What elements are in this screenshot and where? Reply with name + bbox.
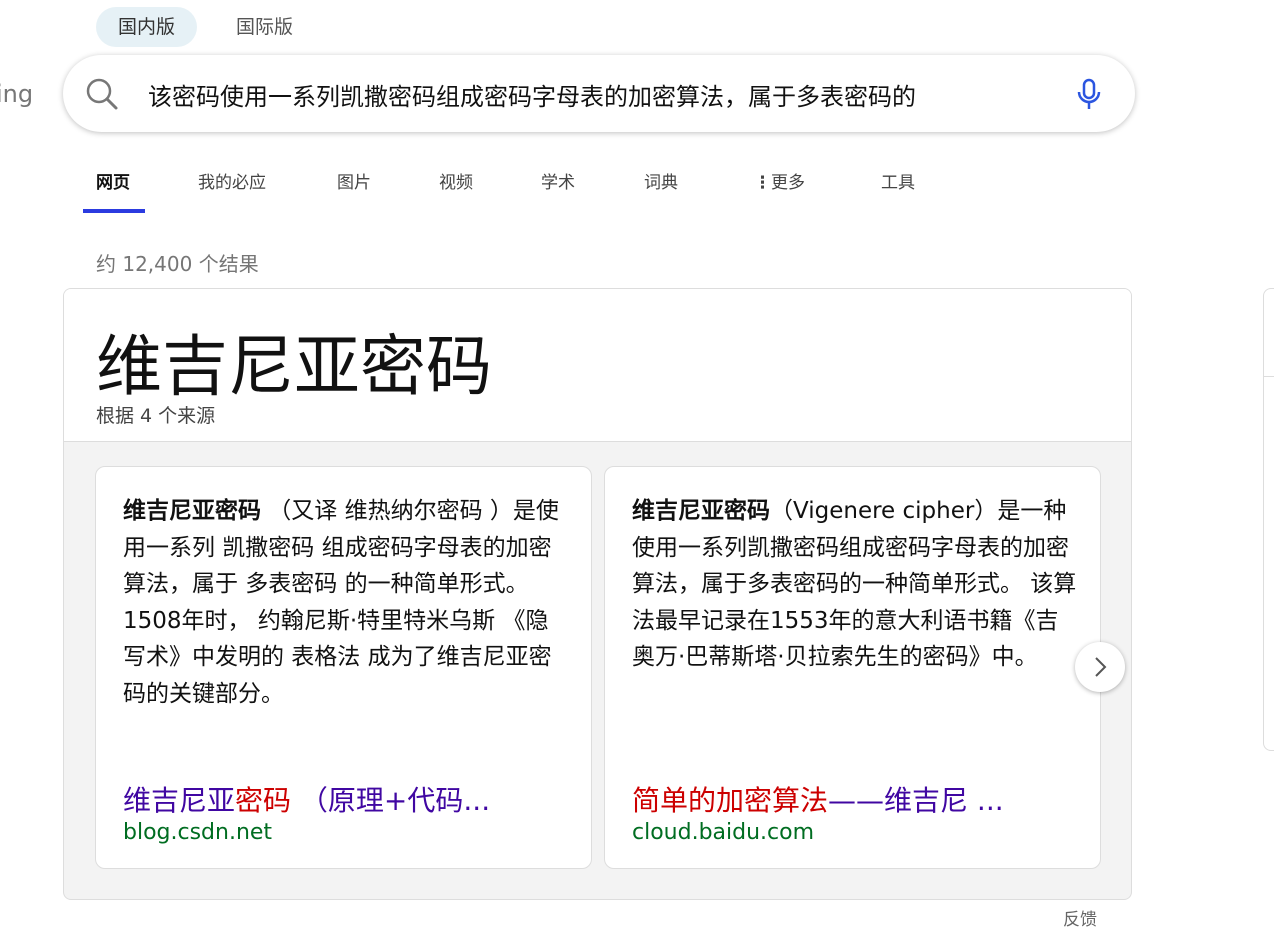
divider — [1264, 376, 1274, 377]
tab-images[interactable]: 图片 — [337, 168, 371, 193]
tab-web[interactable]: 网页 — [96, 168, 130, 193]
source-domain: cloud.baidu.com — [632, 820, 815, 845]
result-count: 约 12,400 个结果 — [96, 252, 259, 276]
search-input[interactable]: 该密码使用一系列凯撒密码组成密码字母表的加密算法，属于多表密码的 — [148, 77, 984, 112]
answer-sources: 根据 4 个来源 — [96, 405, 216, 427]
source-snippet: 维吉尼亚密码 （又译 维热纳尔密码 ）是使用一系列 凯撒密码 组成密码字母表的加… — [123, 493, 568, 712]
source-card[interactable]: 维吉尼亚密码（Vigenere cipher）是一种使用一系列凯撒密码组成密码字… — [604, 466, 1101, 869]
tab-more[interactable]: ⋮更多 — [754, 168, 805, 193]
snippet-text: （又译 维热纳尔密码 ）是使用一系列 凯撒密码 组成密码字母表的加密算法，属于 … — [123, 498, 559, 707]
source-link[interactable]: 简单的加密算法——维吉尼 ... — [632, 779, 1004, 819]
bing-logo[interactable]: ing — [0, 80, 33, 108]
source-link[interactable]: 维吉尼亚密码 （原理+代码... — [123, 779, 490, 819]
search-icon[interactable] — [85, 77, 119, 111]
tab-dictionary[interactable]: 词典 — [644, 168, 678, 193]
source-card[interactable]: 维吉尼亚密码 （又译 维热纳尔密码 ）是使用一系列 凯撒密码 组成密码字母表的加… — [95, 466, 592, 869]
link-part: 维吉尼亚 — [123, 784, 236, 817]
source-snippet: 维吉尼亚密码（Vigenere cipher）是一种使用一系列凯撒密码组成密码字… — [632, 493, 1077, 676]
tab-tools[interactable]: 工具 — [881, 168, 915, 193]
answer-card: 维吉尼亚密码 根据 4 个来源 维吉尼亚密码 （又译 维热纳尔密码 ）是使用一系… — [63, 288, 1132, 900]
chevron-right-icon — [1095, 657, 1107, 677]
more-dots-icon: ⋮ — [754, 173, 771, 193]
side-panel — [1263, 288, 1274, 751]
tab-my-bing[interactable]: 我的必应 — [198, 168, 266, 193]
microphone-icon[interactable] — [1076, 78, 1102, 110]
feedback-link[interactable]: 反馈 — [1063, 905, 1097, 930]
search-box: 该密码使用一系列凯撒密码组成密码字母表的加密算法，属于多表密码的 — [63, 55, 1135, 132]
link-part: 简单的加密算法 — [632, 784, 829, 817]
tab-videos[interactable]: 视频 — [439, 168, 473, 193]
link-part: 密码 — [235, 784, 292, 817]
version-international[interactable]: 国际版 — [214, 7, 315, 47]
tab-more-label: 更多 — [771, 173, 805, 193]
snippet-term: 维吉尼亚密码 — [632, 498, 770, 524]
tab-academic[interactable]: 学术 — [541, 168, 575, 193]
next-button[interactable] — [1075, 642, 1125, 692]
answer-header: 维吉尼亚密码 根据 4 个来源 — [64, 289, 1131, 442]
link-part: ——维吉尼 ... — [828, 784, 1004, 817]
answer-title: 维吉尼亚密码 — [96, 328, 492, 405]
active-tab-indicator — [83, 209, 145, 213]
version-domestic[interactable]: 国内版 — [96, 7, 198, 47]
source-domain: blog.csdn.net — [123, 820, 273, 845]
snippet-term: 维吉尼亚密码 — [123, 498, 261, 524]
link-part: （原理+代码... — [291, 784, 491, 817]
